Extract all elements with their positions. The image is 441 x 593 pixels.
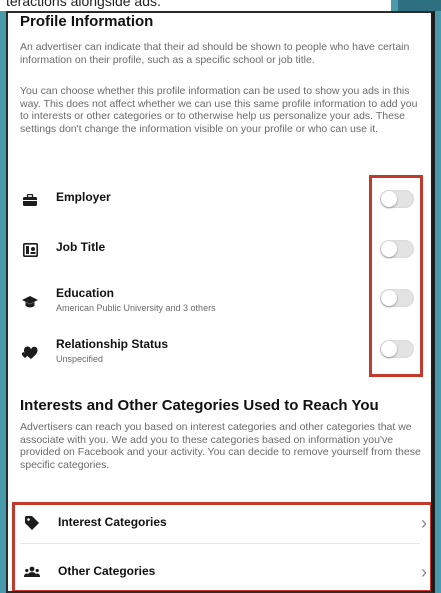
chevron-right-icon: › [421, 562, 427, 582]
interest-categories-row[interactable]: Interest Categories › [22, 513, 427, 537]
other-categories-label: Other Categories [58, 564, 156, 578]
interest-categories-label: Interest Categories [58, 515, 167, 529]
interests-title: Interests and Other Categories Used to R… [20, 397, 379, 414]
previous-section-text: teractions alongside ads. [6, 0, 161, 9]
hearts-icon [20, 343, 40, 363]
settings-panel: Profile Information An advertiser can in… [6, 11, 435, 593]
setting-label-education: Education [56, 286, 115, 300]
other-categories-row[interactable]: Other Categories › [22, 562, 427, 586]
setting-sub-relationship-status: Unspecified [56, 354, 104, 364]
divider [20, 543, 420, 544]
profile-information-title: Profile Information [20, 13, 154, 30]
setting-label-relationship-status: Relationship Status [56, 337, 169, 351]
setting-sub-education: American Public University and 3 others [56, 303, 216, 313]
chevron-right-icon: › [421, 513, 427, 533]
profile-information-description: An advertiser can indicate that their ad… [20, 41, 410, 66]
interests-description: Advertisers can reach you based on inter… [20, 421, 421, 471]
previous-section-text-strip: teractions alongside ads. [0, 0, 391, 11]
background-block [398, 0, 441, 11]
toggles-highlight-box [369, 175, 423, 377]
profile-information-choice-description: You can choose whether this profile info… [20, 85, 418, 135]
setting-label-employer: Employer [56, 190, 111, 204]
setting-label-job-title: Job Title [56, 240, 106, 254]
graduation-cap-icon [20, 292, 40, 312]
tag-icon [22, 513, 42, 533]
briefcase-icon [20, 190, 40, 210]
id-badge-icon [20, 240, 40, 260]
people-icon [22, 562, 42, 582]
